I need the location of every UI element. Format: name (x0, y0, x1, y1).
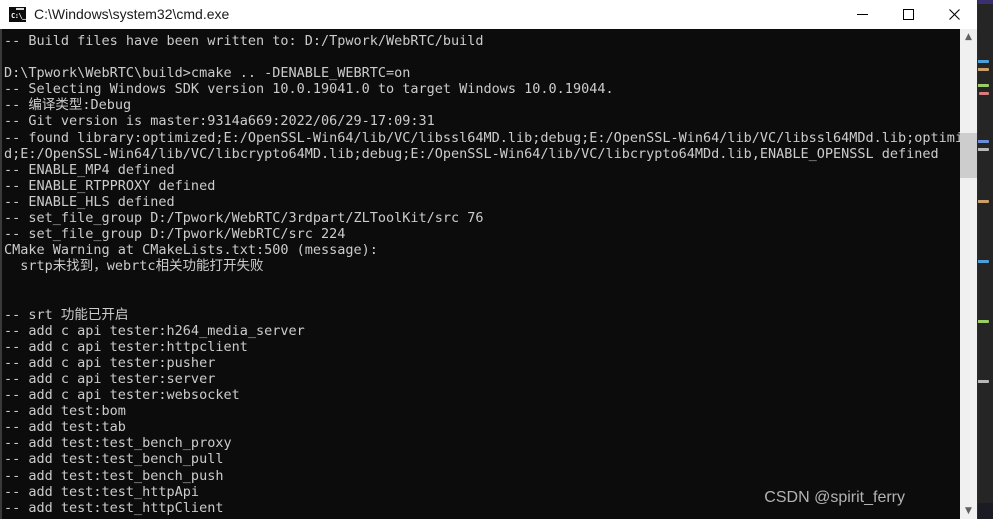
background-code-line (977, 200, 989, 203)
console-line: -- found library:optimized;E:/OpenSSL-Wi… (4, 129, 960, 146)
console-line: -- set_file_group D:/Tpwork/WebRTC/3rdpa… (4, 210, 484, 227)
console-line: -- 编译类型:Debug (4, 97, 132, 114)
cmd-icon-prompt-text: C:\_ (10, 10, 26, 21)
console-line: -- add c api tester:pusher (4, 354, 216, 371)
scrollbar-thumb[interactable] (960, 133, 977, 178)
console-line: -- add c api tester:server (4, 370, 216, 387)
console-line: -- add c api tester:websocket (4, 387, 240, 404)
console-line: CMake Warning at CMakeLists.txt:500 (mes… (4, 242, 378, 259)
console-line: -- add test:tab (4, 419, 126, 436)
console-line: -- srt 功能已开启 (4, 306, 129, 323)
console-area: -- Build files have been written to: D:/… (0, 29, 977, 519)
console-line: -- set_file_group D:/Tpwork/WebRTC/src 2… (4, 226, 346, 243)
cmd-window: C:\_ C:\Windows\system32\cmd.exe -- Buil… (0, 0, 977, 519)
console-line: -- add test:test_httpClient (4, 499, 224, 516)
window-controls (839, 0, 977, 28)
scrollbar-up-arrow-icon[interactable]: ▲ (960, 29, 977, 46)
console-line: -- Git version is master:9314a669:2022/0… (4, 113, 435, 130)
console-line: -- ENABLE_RTPPROXY defined (4, 177, 216, 194)
console-line: -- add c api tester:httpclient (4, 338, 248, 355)
scrollbar-down-arrow-icon[interactable]: ▼ (960, 503, 977, 519)
console-line: -- add test:test_bench_pull (4, 451, 224, 468)
console-line: -- add test:bom (4, 403, 126, 420)
close-button[interactable] (931, 0, 977, 28)
console-line: -- Selecting Windows SDK version 10.0.19… (4, 81, 614, 98)
console-line: -- add test:test_bench_proxy (4, 435, 232, 452)
console-line: d;E:/OpenSSL-Win64/lib/VC/libcrypto64MD.… (4, 145, 939, 162)
console-line: -- add c api tester:h264_media_server (4, 322, 305, 339)
cmd-console-icon: C:\_ (9, 6, 26, 22)
console-line: D:\Tpwork\WebRTC\build>cmake .. -DENABLE… (4, 65, 411, 82)
console-line: srtp未找到，webrtc相关功能打开失败 (4, 258, 264, 275)
maximize-button[interactable] (885, 0, 931, 28)
minimize-button[interactable] (839, 0, 885, 28)
console-line: -- Build files have been written to: D:/… (4, 33, 484, 49)
window-title-text: C:\Windows\system32\cmd.exe (34, 6, 230, 22)
console-line: -- add test:test_bench_push (4, 467, 224, 484)
console-line: -- ENABLE_HLS defined (4, 193, 175, 210)
console-line: -- ENABLE_MP4 defined (4, 161, 175, 178)
console-line: -- add test:test_httpApi (4, 483, 200, 500)
background-code-line (979, 92, 989, 95)
window-title-bar[interactable]: C:\_ C:\Windows\system32\cmd.exe (0, 0, 977, 29)
console-output[interactable]: -- Build files have been written to: D:/… (2, 29, 960, 519)
background-code-line (975, 68, 989, 71)
console-scrollbar[interactable]: ▲ ▼ (960, 29, 977, 519)
